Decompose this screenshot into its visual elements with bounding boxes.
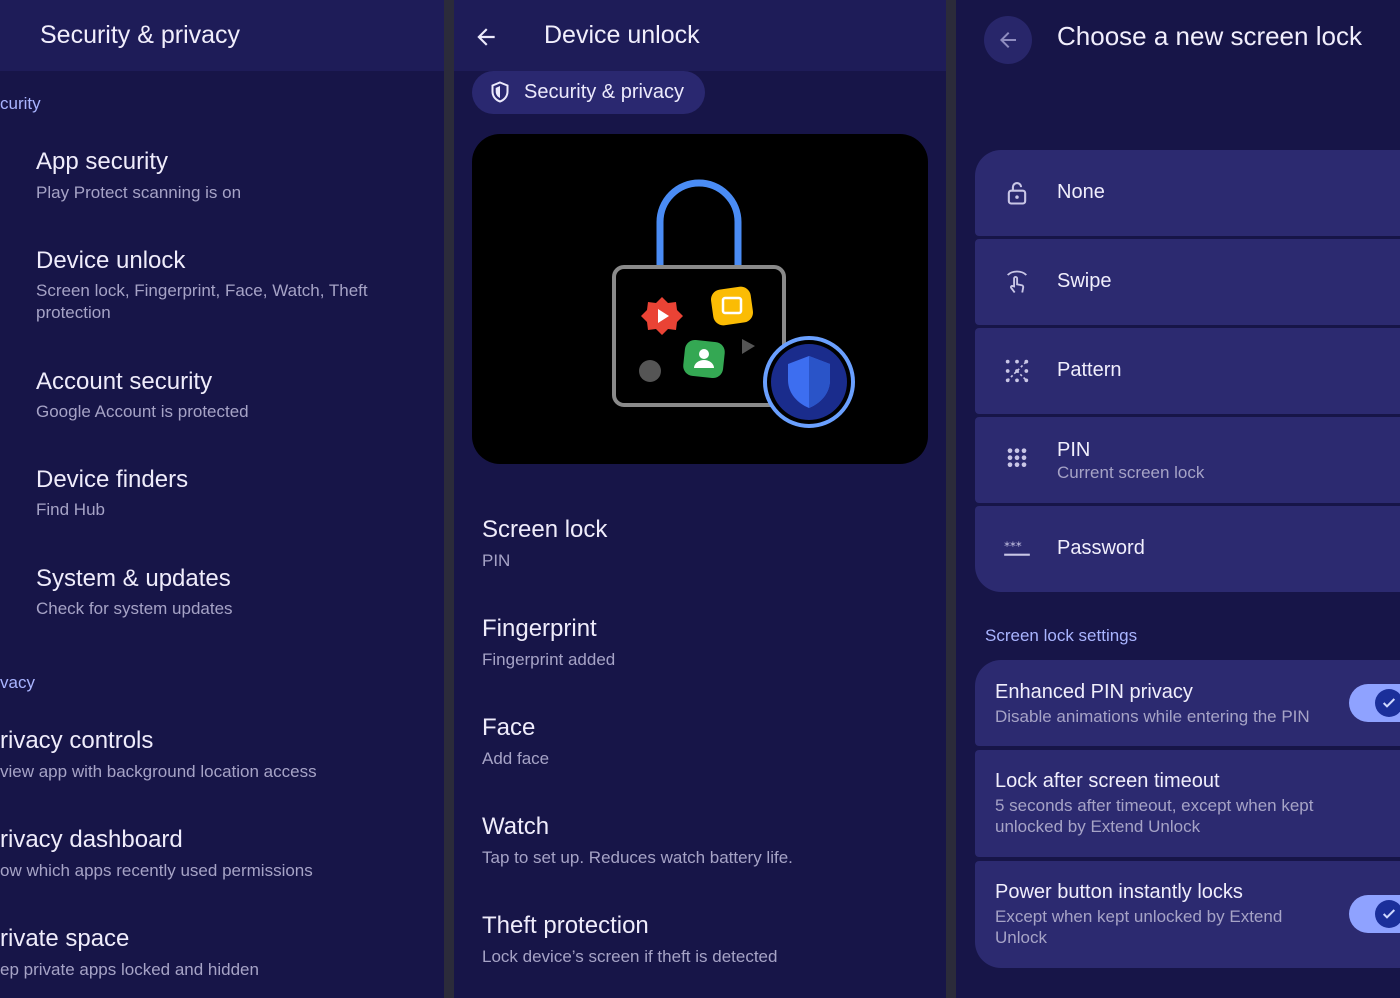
list-item-system-updates[interactable]: System & updates Check for system update… <box>0 557 444 637</box>
breadcrumb-chip[interactable]: Security & privacy <box>472 71 705 114</box>
svg-text:***: *** <box>1004 539 1022 553</box>
item-subtitle: Check for system updates <box>36 599 233 618</box>
item-subtitle: Fingerprint added <box>482 650 616 669</box>
lock-illustration-icon <box>612 179 855 428</box>
enhanced-pin-privacy-toggle[interactable] <box>1349 684 1400 722</box>
pin-keypad-icon <box>1007 448 1027 467</box>
list-item-private-space[interactable]: rivate space ep private apps locked and … <box>0 917 444 997</box>
setting-power-button-locks[interactable]: Power button instantly locks Except when… <box>975 861 1400 968</box>
item-title: Account security <box>36 368 213 395</box>
list-item-app-security[interactable]: App security Play Protect scanning is on <box>0 140 444 220</box>
item-title: Watch <box>482 813 550 840</box>
item-title: Fingerprint <box>482 615 597 642</box>
item-subtitle: Tap to set up. Reduces watch battery lif… <box>482 848 793 867</box>
page-title: Security & privacy <box>40 21 241 49</box>
list-item-privacy-dashboard[interactable]: rivacy dashboard ow which apps recently … <box>0 818 444 898</box>
section-header-privacy: vacy <box>0 673 35 692</box>
setting-enhanced-pin-privacy[interactable]: Enhanced PIN privacy Disable animations … <box>975 660 1400 746</box>
item-title: rivacy controls <box>0 727 154 754</box>
check-icon <box>1375 689 1400 717</box>
item-subtitle: Lock device’s screen if theft is detecte… <box>482 947 778 966</box>
setting-title: Enhanced PIN privacy <box>995 681 1193 703</box>
item-subtitle: Screen lock, Fingerprint, Face, Watch, T… <box>36 281 368 322</box>
list-item-theft-protection[interactable]: Theft protection Lock device’s screen if… <box>454 906 946 986</box>
top-app-bar: Device unlock <box>454 0 946 71</box>
setting-title: Lock after screen timeout <box>995 770 1220 792</box>
device-unlock-panel: Device unlock Security & privacy Screen … <box>454 0 946 998</box>
option-label: Swipe <box>1057 270 1112 292</box>
section-header-security: curity <box>0 94 41 113</box>
item-subtitle: PIN <box>482 551 511 570</box>
choose-screen-lock-panel: Choose a new screen lock None Swipe Patt… <box>956 0 1400 998</box>
chip-label: Security & privacy <box>524 81 685 103</box>
option-label: Pattern <box>1057 359 1122 381</box>
option-label: PIN <box>1057 439 1091 461</box>
list-item-privacy-controls[interactable]: rivacy controls view app with background… <box>0 719 444 799</box>
arrow-back-icon <box>477 28 495 46</box>
item-title: rivate space <box>0 925 130 952</box>
option-pin[interactable]: PIN Current screen lock <box>975 417 1400 503</box>
item-title: Device finders <box>36 466 189 493</box>
list-item-account-security[interactable]: Account security Google Account is prote… <box>0 360 444 440</box>
section-header-screen-lock-settings: Screen lock settings <box>985 626 1138 645</box>
item-subtitle: Google Account is protected <box>36 402 249 421</box>
item-title: Device unlock <box>36 247 186 274</box>
item-title: App security <box>36 148 169 175</box>
option-pattern[interactable]: Pattern <box>975 328 1400 414</box>
option-label: None <box>1057 181 1105 203</box>
option-label: Password <box>1057 537 1145 559</box>
item-subtitle: Play Protect scanning is on <box>36 183 242 202</box>
item-title: System & updates <box>36 565 231 592</box>
unlocked-padlock-icon <box>1007 182 1027 205</box>
item-title: rivacy dashboard <box>0 826 183 853</box>
item-subtitle: view app with background location access <box>0 762 317 781</box>
security-privacy-panel: Security & privacy curity App security P… <box>0 0 444 998</box>
option-subtitle: Current screen lock <box>1057 463 1205 482</box>
list-item-screen-lock[interactable]: Screen lock PIN <box>454 510 946 590</box>
setting-title: Power button instantly locks <box>995 881 1243 903</box>
password-asterisks-icon: *** <box>1004 539 1030 556</box>
item-subtitle: Add face <box>482 749 550 768</box>
item-title: Face <box>482 714 536 741</box>
top-app-bar: Security & privacy <box>0 0 444 71</box>
item-subtitle: ep private apps locked and hidden <box>0 960 259 979</box>
list-item-device-finders[interactable]: Device finders Find Hub <box>0 458 444 538</box>
setting-subtitle: 5 seconds after timeout, except when kep… <box>995 796 1314 836</box>
list-item-fingerprint[interactable]: Fingerprint Fingerprint added <box>454 609 946 689</box>
swipe-gesture-icon <box>1007 270 1027 294</box>
check-icon <box>1375 900 1400 928</box>
list-item-device-unlock[interactable]: Device unlock Screen lock, Fingerprint, … <box>0 239 444 339</box>
arrow-back-icon <box>1000 32 1016 48</box>
shield-icon <box>491 81 509 103</box>
setting-subtitle: Except when kept unlocked by Extend Unlo… <box>995 907 1283 947</box>
option-swipe[interactable]: Swipe <box>975 239 1400 325</box>
page-title: Device unlock <box>544 21 700 49</box>
back-button[interactable] <box>984 16 1032 64</box>
back-button[interactable] <box>466 17 506 57</box>
option-none[interactable]: None <box>975 150 1400 236</box>
pattern-grid-icon <box>1005 359 1029 383</box>
page-title: Choose a new screen lock <box>1057 21 1362 51</box>
item-title: Theft protection <box>482 912 649 939</box>
item-title: Screen lock <box>482 516 608 543</box>
item-subtitle: ow which apps recently used permissions <box>0 861 313 880</box>
item-subtitle: Find Hub <box>36 500 105 519</box>
list-item-face[interactable]: Face Add face <box>454 708 946 788</box>
setting-lock-after-timeout[interactable]: Lock after screen timeout 5 seconds afte… <box>975 750 1400 857</box>
hero-illustration <box>472 134 928 464</box>
option-password[interactable]: *** Password <box>975 506 1400 592</box>
list-item-watch[interactable]: Watch Tap to set up. Reduces watch batte… <box>454 807 946 887</box>
power-button-locks-toggle[interactable] <box>1349 895 1400 933</box>
setting-subtitle: Disable animations while entering the PI… <box>995 707 1310 726</box>
